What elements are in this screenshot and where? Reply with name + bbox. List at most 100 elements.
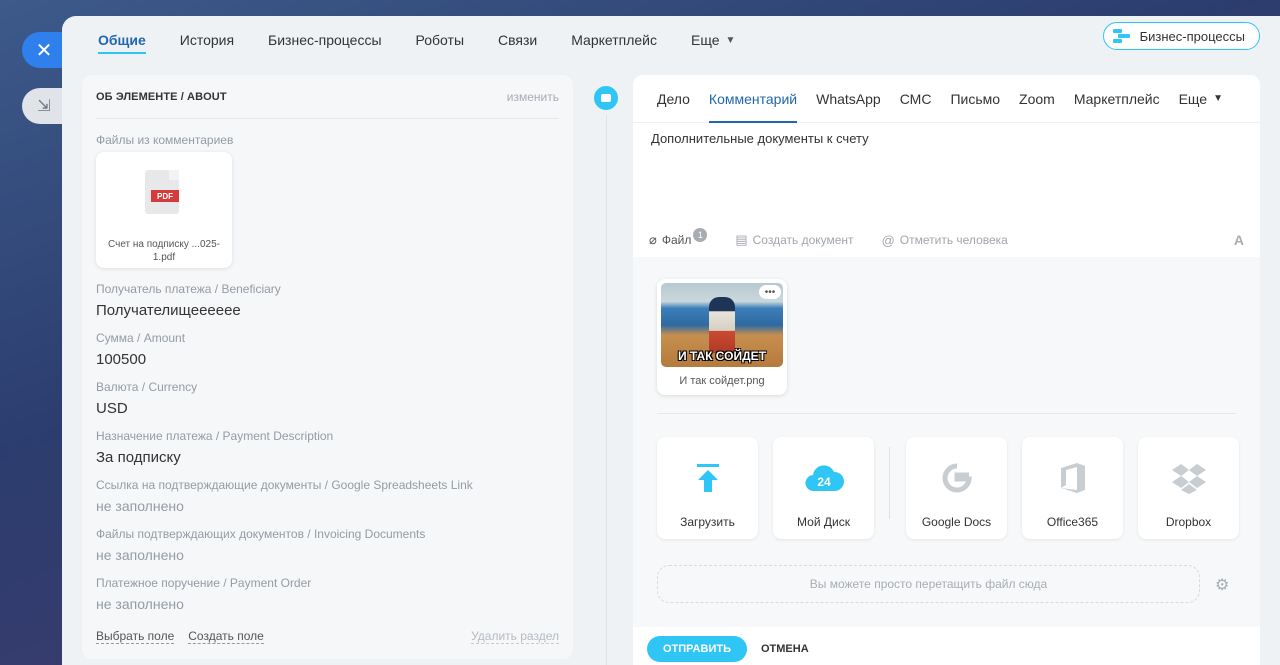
about-footer: Выбрать поле Создать поле Удалить раздел — [96, 629, 559, 644]
dropbox-button[interactable]: Dropbox — [1138, 437, 1239, 539]
create-document-button[interactable]: ▤ Создать документ — [735, 232, 853, 248]
upload-label: Загрузить — [680, 515, 735, 529]
image-caption: И ТАК СОЙДЕТ — [677, 349, 767, 363]
document-icon: ▤ — [735, 232, 748, 247]
svg-text:24: 24 — [817, 475, 831, 489]
divider — [657, 413, 1236, 414]
pdf-file-name: Счет на подписку ...025-1.pdf — [108, 239, 220, 263]
comment-textarea[interactable]: Дополнительные документы к счету — [651, 131, 869, 146]
field-payment-order: Платежное поручение / Payment Order не з… — [96, 576, 311, 612]
tab-general[interactable]: Общие — [98, 16, 146, 64]
tab-comment[interactable]: Комментарий — [708, 75, 798, 123]
field-value: не заполнено — [96, 596, 184, 612]
file-count-badge: 1 — [693, 228, 708, 242]
field-invoicing-documents: Файлы подтверждающих документов / Invoic… — [96, 527, 425, 563]
office365-button[interactable]: Office365 — [1022, 437, 1123, 539]
mention-button[interactable]: @ Отметить человека — [882, 233, 1008, 248]
field-label: Назначение платежа / Payment Description — [96, 429, 334, 443]
field-amount: Сумма / Amount 100500 — [96, 331, 185, 368]
attachment-area: И ТАК СОЙДЕТ ••• И так сойдет.png Загруз… — [633, 257, 1260, 627]
select-field-link[interactable]: Выбрать поле — [96, 629, 175, 644]
send-button[interactable]: ОТПРАВИТЬ — [647, 636, 747, 662]
tab-robots[interactable]: Роботы — [416, 16, 464, 64]
files-field: Файлы из комментариев — [96, 133, 233, 147]
cancel-button[interactable]: ОТМЕНА — [761, 643, 809, 655]
google-icon — [906, 461, 1007, 495]
more-icon[interactable]: ••• — [759, 285, 781, 299]
upload-button[interactable]: Загрузить — [657, 437, 758, 539]
field-label: Ссылка на подтверждающие документы / Goo… — [96, 478, 473, 492]
about-title: ОБ ЭЛЕМЕНТЕ / ABOUT — [96, 90, 227, 103]
close-icon: ✕ — [35, 39, 53, 62]
image-file-name: И так сойдет.png — [679, 375, 765, 387]
file-button[interactable]: ⌀ Файл 1 — [649, 228, 708, 248]
tab-marketplace[interactable]: Маркетплейс — [571, 16, 657, 64]
field-value: не заполнено — [96, 547, 184, 563]
text-format-button[interactable]: A — [1234, 232, 1244, 248]
image-attachment-card[interactable]: И ТАК СОЙДЕТ ••• И так сойдет.png — [657, 279, 787, 395]
field-value: Получателищееееее — [96, 302, 241, 319]
business-processes-label: Бизнес-процессы — [1139, 28, 1245, 44]
business-processes-button[interactable]: Бизнес-процессы — [1102, 22, 1260, 50]
create-document-label: Создать документ — [752, 233, 854, 247]
about-card: ОБ ЭЛЕМЕНТЕ / ABOUT изменить Файлы из ко… — [82, 75, 573, 659]
tab-business-processes[interactable]: Бизнес-процессы — [268, 16, 381, 64]
close-button[interactable]: ✕ — [22, 32, 66, 68]
field-spreadsheet-link: Ссылка на подтверждающие документы / Goo… — [96, 478, 473, 514]
tab-task[interactable]: Дело — [657, 75, 690, 123]
edit-link[interactable]: изменить — [507, 90, 559, 104]
comment-timeline-icon — [591, 83, 621, 113]
file-label: Файл — [661, 233, 692, 247]
tab-more[interactable]: Еще ▼ — [691, 16, 735, 64]
tab-zoom[interactable]: Zoom — [1019, 75, 1055, 123]
tab-whatsapp[interactable]: WhatsApp — [816, 75, 881, 123]
office365-label: Office365 — [1046, 515, 1099, 529]
dropbox-icon — [1138, 461, 1239, 495]
field-beneficiary: Получатель платежа / Beneficiary Получат… — [96, 282, 281, 319]
my-drive-label: Мой Диск — [797, 515, 850, 529]
chevron-down-icon: ▼ — [725, 34, 736, 46]
field-currency: Валюта / Currency USD — [96, 380, 197, 417]
tab-more-label: Еще — [691, 32, 720, 48]
google-docs-button[interactable]: Google Docs — [906, 437, 1007, 539]
delete-section-link[interactable]: Удалить раздел — [471, 629, 559, 644]
google-docs-label: Google Docs — [921, 515, 992, 529]
field-value: не заполнено — [96, 498, 184, 514]
drop-zone[interactable]: Вы можете просто перетащить файл сюда — [657, 565, 1200, 603]
activity-editor: Дело Комментарий WhatsApp СМС Письмо Zoo… — [633, 75, 1260, 665]
field-label: Сумма / Amount — [96, 331, 186, 345]
files-label: Файлы из комментариев — [96, 133, 234, 147]
tab-sms[interactable]: СМС — [900, 75, 932, 123]
at-icon: @ — [881, 232, 895, 248]
top-tabs: Общие История Бизнес-процессы Роботы Свя… — [62, 16, 1280, 64]
tab-links[interactable]: Связи — [498, 16, 537, 64]
editor-toolbar: ⌀ Файл 1 ▤ Создать документ @ Отметить ч… — [649, 227, 1244, 253]
slider-panel: Общие История Бизнес-процессы Роботы Свя… — [62, 16, 1280, 665]
field-label: Платежное поручение / Payment Order — [96, 576, 312, 590]
tab-more[interactable]: Еще ▼ — [1179, 75, 1223, 123]
dropbox-label: Dropbox — [1165, 515, 1212, 529]
about-header: ОБ ЭЛЕМЕНТЕ / ABOUT изменить — [96, 75, 559, 119]
tab-more-label: Еще — [1178, 90, 1208, 107]
minimize-button[interactable]: ⇲ — [22, 88, 66, 124]
pdf-file-card[interactable]: PDF Счет на подписку ...025-1.pdf — [96, 152, 232, 268]
chevron-down-icon: ▼ — [1213, 93, 1223, 104]
field-label: Валюта / Currency — [96, 380, 198, 394]
office365-icon — [1022, 461, 1123, 495]
timeline-line — [606, 115, 607, 665]
upload-icon — [657, 461, 758, 495]
editor-actions: ОТПРАВИТЬ ОТМЕНА — [647, 636, 809, 662]
gear-icon[interactable]: ⚙ — [1215, 575, 1229, 595]
field-label: Файлы подтверждающих документов / Invoic… — [96, 527, 426, 541]
editor-tabs: Дело Комментарий WhatsApp СМС Письмо Zoo… — [633, 75, 1260, 123]
my-drive-button[interactable]: 24 Мой Диск — [773, 437, 874, 539]
create-field-link[interactable]: Создать поле — [188, 629, 264, 644]
tab-email[interactable]: Письмо — [950, 75, 1000, 123]
field-label: Получатель платежа / Beneficiary — [96, 282, 281, 296]
business-process-icon — [1112, 29, 1130, 43]
tab-history[interactable]: История — [180, 16, 234, 64]
field-value: 100500 — [96, 351, 147, 368]
tab-marketplace[interactable]: Маркетплейс — [1074, 75, 1160, 123]
pdf-icon: PDF — [151, 190, 179, 202]
cloud-24-icon: 24 — [773, 461, 874, 495]
